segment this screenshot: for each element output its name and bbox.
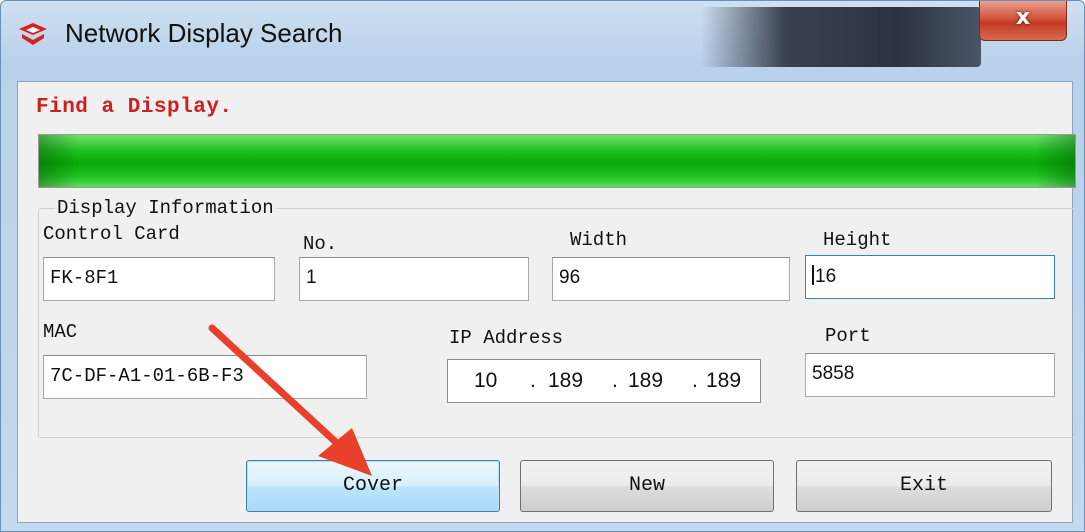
no-value: 1 xyxy=(306,267,317,288)
mac-value: 7C-DF-A1-01-6B-F3 xyxy=(50,365,244,387)
dialog-body: Find a Display. Display Information Cont… xyxy=(17,81,1076,523)
new-button[interactable]: New xyxy=(520,460,774,512)
control-card-value: FK-8F1 xyxy=(50,267,119,289)
port-label: Port xyxy=(825,325,871,347)
mac-label: MAC xyxy=(43,321,78,343)
title-bar-background xyxy=(701,7,981,67)
close-button[interactable]: x xyxy=(979,1,1067,41)
ip-separator: . xyxy=(692,369,698,392)
port-value: 5858 xyxy=(812,363,855,384)
display-information-group: Display Information Control Card No. Wid… xyxy=(38,197,1076,438)
cover-button[interactable]: Cover xyxy=(246,460,500,512)
title-bar[interactable]: Network Display Search x xyxy=(1,1,1085,69)
width-field[interactable]: 96 xyxy=(552,257,790,301)
progress-fill xyxy=(39,135,1075,187)
ip-octet-3: 189 xyxy=(628,369,664,392)
network-display-search-window: Network Display Search x Find a Display.… xyxy=(0,0,1085,532)
ip-octet-4: 189 xyxy=(706,369,742,392)
search-progress-bar xyxy=(38,134,1076,188)
height-label: Height xyxy=(823,229,892,251)
control-card-field[interactable]: FK-8F1 xyxy=(43,257,275,301)
control-card-label: Control Card xyxy=(43,223,180,245)
ip-address-label: IP Address xyxy=(449,327,564,349)
height-value: 16 xyxy=(815,266,837,287)
width-label: Width xyxy=(570,229,628,251)
app-logo-icon xyxy=(19,23,47,45)
exit-button[interactable]: Exit xyxy=(796,460,1052,512)
no-field[interactable]: 1 xyxy=(299,257,529,301)
window-title: Network Display Search xyxy=(65,18,343,48)
ip-address-field[interactable]: 10 . 189 . 189 . 189 xyxy=(447,359,761,403)
height-field[interactable]: 16 xyxy=(805,255,1055,299)
no-label: No. xyxy=(303,233,338,255)
port-field[interactable]: 5858 xyxy=(805,353,1055,397)
ip-octet-2: 189 xyxy=(548,369,584,392)
ip-separator: . xyxy=(530,369,536,392)
mac-field[interactable]: 7C-DF-A1-01-6B-F3 xyxy=(43,355,367,399)
width-value: 96 xyxy=(559,267,581,288)
status-message: Find a Display. xyxy=(36,96,233,119)
close-icon: x xyxy=(1015,5,1031,30)
group-title: Display Information xyxy=(55,197,276,219)
ip-octet-1: 10 xyxy=(474,369,498,392)
text-caret xyxy=(812,265,814,285)
ip-separator: . xyxy=(612,369,618,392)
